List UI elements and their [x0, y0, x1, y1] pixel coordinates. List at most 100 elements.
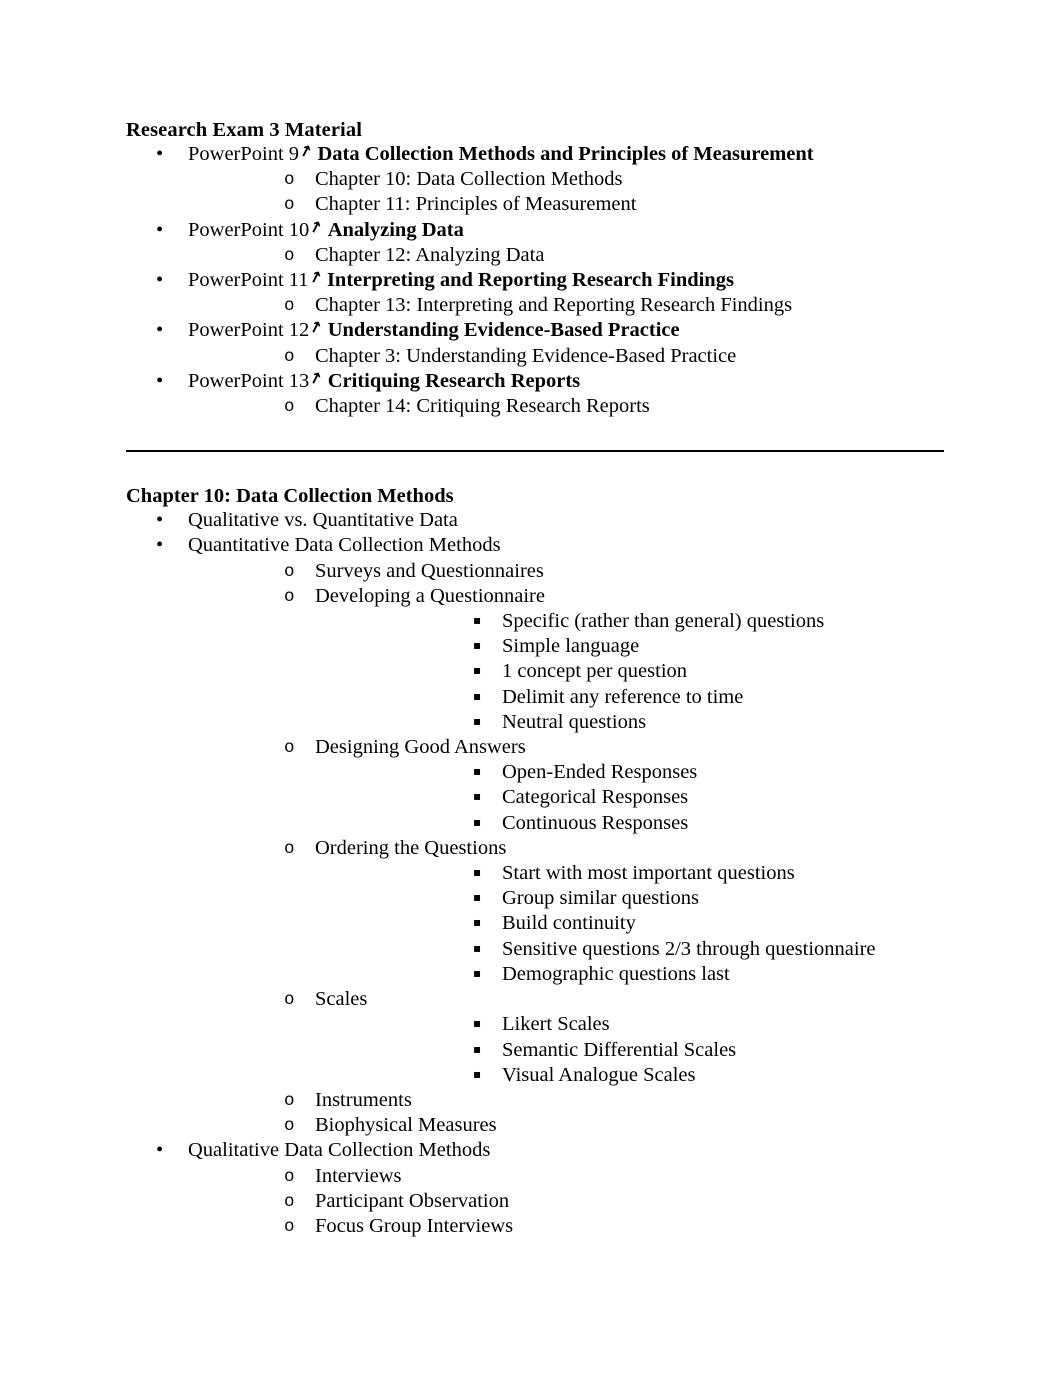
- powerpoint-title: Data Collection Methods and Principles o…: [317, 143, 814, 165]
- list-item: Ordering the Questions Start with most i…: [188, 836, 944, 987]
- bullet-disc-icon: [156, 369, 163, 394]
- bullet-disc-icon: [156, 268, 163, 293]
- powerpoint-label: PowerPoint 12: [188, 319, 310, 342]
- list-item: Chapter 14: Critiquing Research Reports: [188, 394, 944, 419]
- powerpoint-label: PowerPoint 11: [188, 269, 309, 292]
- bullet-square-icon: [473, 811, 481, 834]
- outline-label: Surveys and Questionnaires: [315, 559, 544, 582]
- bullet-circle-icon: [284, 584, 295, 610]
- powerpoint-title: Analyzing Data: [327, 218, 464, 241]
- chapter-label: Chapter 10: Data Collection Methods: [315, 168, 623, 191]
- sublist: Open-Ended Responses Categorical Respons…: [315, 760, 944, 836]
- outline-label: Ordering the Questions: [315, 836, 507, 859]
- list-item: Chapter 10: Data Collection Methods: [188, 167, 944, 192]
- outline-label: Qualitative Data Collection Methods: [188, 1139, 491, 1162]
- outline-label: Open-Ended Responses: [502, 761, 698, 784]
- list-item: Biophysical Measures: [188, 1113, 944, 1138]
- list-item: PowerPoint 11↗Interpreting and Reporting…: [126, 266, 944, 318]
- bullet-circle-icon: [284, 1164, 295, 1190]
- powerpoint-title: Understanding Evidence-Based Practice: [327, 319, 680, 342]
- list-item: Designing Good Answers Open-Ended Respon…: [188, 735, 944, 836]
- chapter-list: Chapter 3: Understanding Evidence-Based …: [188, 344, 944, 369]
- outline-label: Build continuity: [502, 912, 636, 935]
- chapter-label: Chapter 12: Analyzing Data: [315, 243, 545, 266]
- sublist: Likert Scales Semantic Differential Scal…: [315, 1012, 944, 1088]
- bullet-square-icon: [473, 886, 481, 909]
- powerpoint-title: Interpreting and Reporting Research Find…: [326, 269, 734, 292]
- list-item: Specific (rather than general) questions: [315, 609, 944, 634]
- outline-label: 1 concept per question: [502, 660, 688, 683]
- outline-label: Qualitative vs. Quantitative Data: [188, 509, 458, 532]
- outline-label: Focus Group Interviews: [315, 1214, 514, 1237]
- outline-label: Interviews: [315, 1164, 402, 1187]
- list-item: Participant Observation: [188, 1189, 944, 1214]
- list-item: Likert Scales: [315, 1012, 944, 1037]
- chapter-list: Chapter 13: Interpreting and Reporting R…: [188, 293, 944, 318]
- outline-label: Neutral questions: [502, 710, 647, 733]
- list-item: Delimit any reference to time: [315, 685, 944, 710]
- list-item: Interviews: [188, 1164, 944, 1189]
- bullet-square-icon: [473, 785, 481, 808]
- list-item: Focus Group Interviews: [188, 1214, 944, 1239]
- list-item: Developing a Questionnaire Specific (rat…: [188, 584, 944, 735]
- outline-label: Designing Good Answers: [315, 736, 526, 759]
- bullet-disc-icon: [156, 218, 163, 243]
- list-item: Qualitative vs. Quantitative Data: [126, 508, 944, 533]
- list-item: Instruments: [188, 1088, 944, 1113]
- list-item: Continuous Responses: [315, 811, 944, 836]
- list-item: Group similar questions: [315, 886, 944, 911]
- bullet-square-icon: [473, 760, 481, 783]
- list-item: Quantitative Data Collection Methods Sur…: [126, 533, 944, 1138]
- bullet-square-icon: [473, 609, 481, 632]
- bullet-square-icon: [473, 861, 481, 884]
- bullet-disc-icon: [156, 533, 163, 558]
- bullet-circle-icon: [284, 243, 295, 269]
- list-item: Semantic Differential Scales: [315, 1038, 944, 1063]
- bullet-square-icon: [473, 1012, 481, 1035]
- bullet-circle-icon: [284, 836, 295, 862]
- powerpoint-label: PowerPoint 10: [188, 218, 310, 241]
- page-title: Research Exam 3 Material: [126, 119, 362, 141]
- sublist: Specific (rather than general) questions…: [315, 609, 944, 735]
- bullet-square-icon: [473, 962, 481, 985]
- section-heading-chapter-10: Chapter 10: Data Collection Methods: [126, 485, 454, 508]
- list-item: Chapter 11: Principles of Measurement: [188, 192, 944, 217]
- list-item: Surveys and Questionnaires: [188, 559, 944, 584]
- outline-label: Sensitive questions 2/3 through question…: [502, 937, 876, 960]
- list-item: Sensitive questions 2/3 through question…: [315, 937, 944, 962]
- powerpoint-label: PowerPoint 13: [188, 369, 310, 392]
- outline-label: Likert Scales: [502, 1013, 610, 1036]
- bullet-circle-icon: [284, 1214, 295, 1240]
- sublist: Start with most important questions Grou…: [315, 861, 944, 987]
- outline-label: Continuous Responses: [502, 811, 689, 834]
- list-item: PowerPoint 12↗Understanding Evidence-Bas…: [126, 317, 944, 369]
- outline-label: Instruments: [315, 1088, 412, 1111]
- chapter-label: Chapter 3: Understanding Evidence-Based …: [315, 344, 737, 367]
- bullet-circle-icon: [284, 394, 295, 420]
- bullet-circle-icon: [284, 1088, 295, 1114]
- outline-label: Group similar questions: [502, 887, 700, 910]
- bullet-circle-icon: [284, 192, 295, 218]
- outline-label: Delimit any reference to time: [502, 685, 744, 708]
- bullet-square-icon: [473, 634, 481, 657]
- bullet-disc-icon: [156, 318, 163, 343]
- outline-label: Start with most important questions: [502, 862, 795, 885]
- list-item: Scales Likert Scales Semantic Differenti…: [188, 987, 944, 1088]
- outline-label: Specific (rather than general) questions: [502, 610, 825, 633]
- outline-label: Developing a Questionnaire: [315, 584, 545, 607]
- powerpoint-label: PowerPoint 9: [188, 143, 300, 165]
- bullet-circle-icon: [284, 1189, 295, 1215]
- list-item: Open-Ended Responses: [315, 760, 944, 785]
- outline-label: Quantitative Data Collection Methods: [188, 534, 501, 557]
- chapter-list: Chapter 10: Data Collection Methods Chap…: [188, 167, 944, 217]
- chapter-label: Chapter 11: Principles of Measurement: [315, 193, 637, 216]
- list-item: PowerPoint 13↗Critiquing Research Report…: [126, 367, 944, 419]
- powerpoint-list: PowerPoint 9↗Data Collection Methods and…: [126, 140, 944, 419]
- outline-label: Demographic questions last: [502, 962, 730, 985]
- powerpoint-title: Critiquing Research Reports: [327, 369, 581, 392]
- chapter-label: Chapter 14: Critiquing Research Reports: [315, 395, 650, 418]
- bullet-circle-icon: [284, 293, 295, 319]
- bullet-square-icon: [473, 685, 481, 708]
